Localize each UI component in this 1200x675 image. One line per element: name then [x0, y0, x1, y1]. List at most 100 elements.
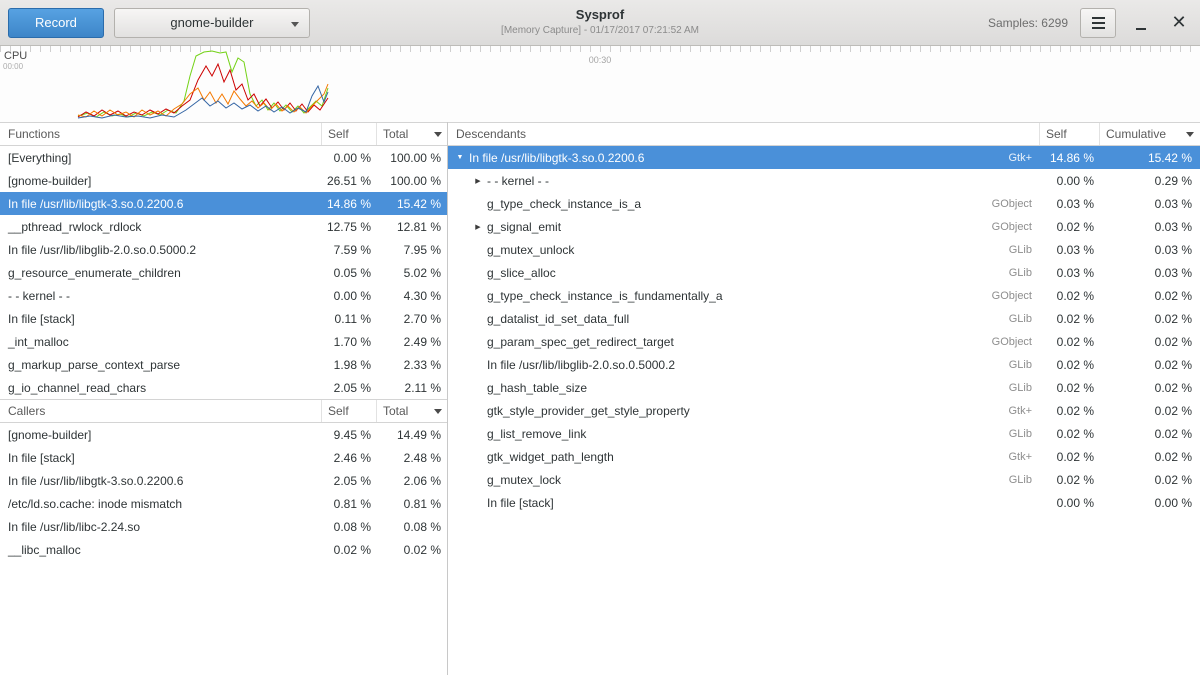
- function-name: In file /usr/lib/libgtk-3.so.0.2200.6: [0, 474, 322, 488]
- tree-row[interactable]: In file /usr/lib/libglib-2.0.so.0.5000.2…: [448, 353, 1200, 376]
- callers-column-header[interactable]: Callers: [0, 400, 322, 422]
- table-row[interactable]: In file [stack]0.11 %2.70 %: [0, 307, 447, 330]
- self-value: 0.02 %: [1040, 220, 1100, 234]
- total-value: 0.08 %: [377, 520, 447, 534]
- tree-row[interactable]: gtk_style_provider_get_style_propertyGtk…: [448, 399, 1200, 422]
- tree-row[interactable]: g_param_spec_get_redirect_targetGObject0…: [448, 330, 1200, 353]
- self-column-header[interactable]: Self: [1040, 123, 1100, 145]
- descendant-name: g_slice_alloc: [487, 266, 556, 280]
- library-category-label: GLib: [980, 313, 1040, 325]
- descendant-name-cell: ▶g_signal_emit: [448, 220, 980, 234]
- cpu-timeline[interactable]: CPU 00:00 00:30: [0, 46, 1200, 122]
- close-button[interactable]: ✕: [1166, 10, 1192, 36]
- sort-descending-icon: [434, 132, 442, 137]
- total-column-header[interactable]: Total: [377, 123, 447, 145]
- tree-row[interactable]: g_mutex_lockGLib0.02 %0.02 %: [448, 468, 1200, 491]
- tree-row[interactable]: g_type_check_instance_is_fundamentally_a…: [448, 284, 1200, 307]
- expander-open-icon[interactable]: ▼: [454, 154, 466, 161]
- table-row[interactable]: __libc_malloc0.02 %0.02 %: [0, 538, 447, 561]
- descendant-name: g_mutex_unlock: [487, 243, 574, 257]
- total-column-header[interactable]: Total: [377, 400, 447, 422]
- expander-closed-icon[interactable]: ▶: [472, 177, 484, 185]
- table-row[interactable]: /etc/ld.so.cache: inode mismatch0.81 %0.…: [0, 492, 447, 515]
- table-row[interactable]: _int_malloc1.70 %2.49 %: [0, 330, 447, 353]
- tree-row[interactable]: g_type_check_instance_is_aGObject0.03 %0…: [448, 192, 1200, 215]
- descendants-column-header[interactable]: Descendants: [448, 123, 1040, 145]
- library-category-label: GLib: [980, 359, 1040, 371]
- table-row[interactable]: g_resource_enumerate_children0.05 %5.02 …: [0, 261, 447, 284]
- process-selector-dropdown[interactable]: gnome-builder: [114, 8, 310, 38]
- expander-closed-icon[interactable]: ▶: [472, 223, 484, 231]
- self-value: 0.02 %: [1040, 381, 1100, 395]
- table-row[interactable]: [gnome-builder]9.45 %14.49 %: [0, 423, 447, 446]
- cumulative-value: 0.02 %: [1100, 427, 1200, 441]
- table-row[interactable]: g_markup_parse_context_parse1.98 %2.33 %: [0, 353, 447, 376]
- descendant-name: g_type_check_instance_is_fundamentally_a: [487, 289, 723, 303]
- library-category-label: Gtk+: [980, 451, 1040, 463]
- tree-row[interactable]: g_hash_table_sizeGLib0.02 %0.02 %: [448, 376, 1200, 399]
- tree-row[interactable]: g_slice_allocGLib0.03 %0.03 %: [448, 261, 1200, 284]
- cpu-green-line: [78, 51, 328, 117]
- self-column-header[interactable]: Self: [322, 400, 377, 422]
- tree-row[interactable]: In file [stack]0.00 %0.00 %: [448, 491, 1200, 514]
- table-row[interactable]: [gnome-builder]26.51 %100.00 %: [0, 169, 447, 192]
- menu-button[interactable]: [1080, 8, 1116, 38]
- cumulative-value: 0.29 %: [1100, 174, 1200, 188]
- descendant-name-cell: g_param_spec_get_redirect_target: [448, 335, 980, 349]
- function-name: In file /usr/lib/libgtk-3.so.0.2200.6: [0, 197, 322, 211]
- cpu-axis-label: CPU: [4, 50, 27, 62]
- minimize-button[interactable]: [1128, 10, 1154, 36]
- function-name: __pthread_rwlock_rdlock: [0, 220, 322, 234]
- table-row[interactable]: __pthread_rwlock_rdlock12.75 %12.81 %: [0, 215, 447, 238]
- cumulative-value: 0.03 %: [1100, 243, 1200, 257]
- function-name: [gnome-builder]: [0, 174, 322, 188]
- self-value: 0.03 %: [1040, 197, 1100, 211]
- table-row[interactable]: g_io_channel_read_chars2.05 %2.11 %: [0, 376, 447, 399]
- library-category-label: GLib: [980, 474, 1040, 486]
- self-value: 0.00 %: [322, 289, 377, 303]
- self-value: 0.00 %: [1040, 174, 1100, 188]
- self-value: 0.03 %: [1040, 243, 1100, 257]
- table-row[interactable]: - - kernel - -0.00 %4.30 %: [0, 284, 447, 307]
- sort-descending-icon: [1186, 132, 1194, 137]
- total-value: 2.33 %: [377, 358, 447, 372]
- table-row[interactable]: In file [stack]2.46 %2.48 %: [0, 446, 447, 469]
- total-value: 2.70 %: [377, 312, 447, 326]
- self-value: 0.03 %: [1040, 266, 1100, 280]
- tree-row[interactable]: ▶- - kernel - -0.00 %0.29 %: [448, 169, 1200, 192]
- total-value: 14.49 %: [377, 428, 447, 442]
- table-row[interactable]: In file /usr/lib/libgtk-3.so.0.2200.614.…: [0, 192, 447, 215]
- total-value: 100.00 %: [377, 174, 447, 188]
- library-category-label: GLib: [980, 244, 1040, 256]
- self-value: 0.00 %: [322, 151, 377, 165]
- self-column-header[interactable]: Self: [322, 123, 377, 145]
- tree-row[interactable]: ▼In file /usr/lib/libgtk-3.so.0.2200.6Gt…: [448, 146, 1200, 169]
- samples-count: Samples: 6299: [988, 16, 1068, 30]
- function-name: [Everything]: [0, 151, 322, 165]
- descendant-name-cell: g_hash_table_size: [448, 381, 980, 395]
- self-value: 0.02 %: [1040, 289, 1100, 303]
- table-row[interactable]: In file /usr/lib/libc-2.24.so0.08 %0.08 …: [0, 515, 447, 538]
- tree-row[interactable]: g_mutex_unlockGLib0.03 %0.03 %: [448, 238, 1200, 261]
- table-row[interactable]: [Everything]0.00 %100.00 %: [0, 146, 447, 169]
- functions-column-header[interactable]: Functions: [0, 123, 322, 145]
- cumulative-value: 0.00 %: [1100, 496, 1200, 510]
- table-row[interactable]: In file /usr/lib/libgtk-3.so.0.2200.62.0…: [0, 469, 447, 492]
- tree-row[interactable]: g_list_remove_linkGLib0.02 %0.02 %: [448, 422, 1200, 445]
- function-name: g_markup_parse_context_parse: [0, 358, 322, 372]
- tree-row[interactable]: gtk_widget_path_lengthGtk+0.02 %0.02 %: [448, 445, 1200, 468]
- total-value: 15.42 %: [377, 197, 447, 211]
- self-value: 0.02 %: [1040, 404, 1100, 418]
- descendant-name: gtk_widget_path_length: [487, 450, 614, 464]
- self-value: 9.45 %: [322, 428, 377, 442]
- tree-row[interactable]: g_datalist_id_set_data_fullGLib0.02 %0.0…: [448, 307, 1200, 330]
- library-category-label: Gtk+: [980, 405, 1040, 417]
- record-button[interactable]: Record: [8, 8, 104, 38]
- cumulative-value: 0.02 %: [1100, 358, 1200, 372]
- cumulative-column-header[interactable]: Cumulative: [1100, 123, 1200, 145]
- self-value: 14.86 %: [1040, 151, 1100, 165]
- self-value: 26.51 %: [322, 174, 377, 188]
- table-row[interactable]: In file /usr/lib/libglib-2.0.so.0.5000.2…: [0, 238, 447, 261]
- tree-row[interactable]: ▶g_signal_emitGObject0.02 %0.03 %: [448, 215, 1200, 238]
- library-category-label: GObject: [980, 290, 1040, 302]
